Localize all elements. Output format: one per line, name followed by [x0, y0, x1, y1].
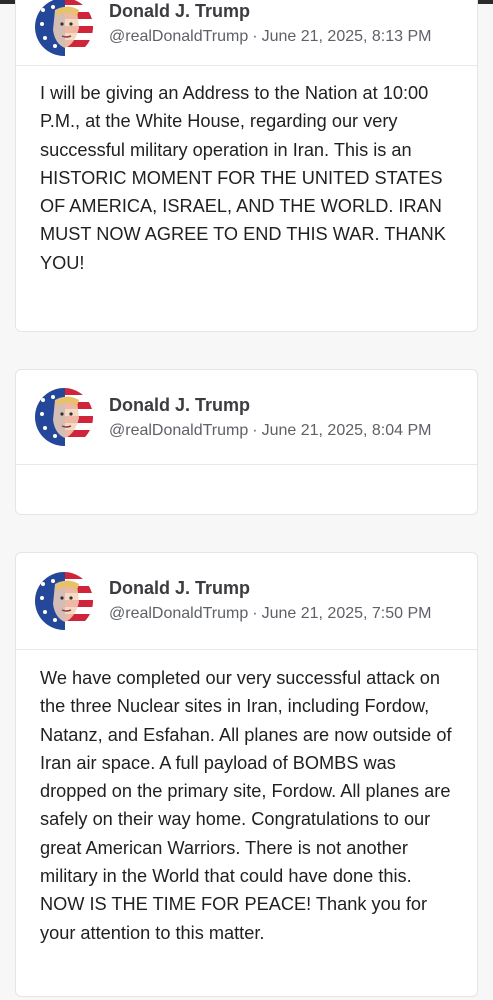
post-author[interactable]: Donald J. Trump: [109, 395, 250, 416]
post-text: I will be giving an Address to the Natio…: [40, 83, 446, 273]
post-header: Donald J. Trump @realDonaldTrump · June 21…: [16, 553, 477, 650]
post-card[interactable]: Donald J. Trump @realDonaldTrump · June 21…: [15, 552, 478, 997]
post-text: [16, 465, 477, 475]
post-card[interactable]: Donald J. Trump @realDonaldTrump · June 21…: [15, 0, 478, 332]
post-header: Donald J. Trump @realDonaldTrump · June 21…: [16, 0, 477, 66]
post-timestamp[interactable]: June 21, 2025, 7:50 PM: [262, 605, 432, 622]
avatar-flag-portrait-icon: [35, 0, 93, 56]
avatar-flag-portrait-icon: [35, 572, 93, 630]
post-text: We have completed our very successful at…: [40, 668, 452, 943]
post-meta: @realDonaldTrump · June 21, 2025, 7:50 PM: [109, 605, 432, 623]
avatar[interactable]: [35, 0, 93, 56]
post-timestamp[interactable]: June 21, 2025, 8:04 PM: [262, 422, 432, 439]
meta-separator: ·: [252, 28, 258, 45]
post-handle[interactable]: @realDonaldTrump: [109, 28, 248, 45]
avatar-flag-portrait-icon: [35, 388, 93, 446]
post-meta: @realDonaldTrump · June 21, 2025, 8:04 PM: [109, 422, 432, 440]
avatar[interactable]: [35, 572, 93, 630]
meta-separator: ·: [252, 422, 258, 439]
post-meta: @realDonaldTrump · June 21, 2025, 8:13 PM: [109, 28, 432, 46]
meta-separator: ·: [252, 605, 258, 622]
post-timestamp[interactable]: June 21, 2025, 8:13 PM: [262, 28, 432, 45]
post-handle[interactable]: @realDonaldTrump: [109, 422, 248, 439]
post-card[interactable]: Donald J. Trump @realDonaldTrump · June 21…: [15, 369, 478, 515]
post-header: Donald J. Trump @realDonaldTrump · June 21…: [16, 370, 477, 465]
post-handle[interactable]: @realDonaldTrump: [109, 605, 248, 622]
post-author[interactable]: Donald J. Trump: [109, 578, 250, 599]
post-author[interactable]: Donald J. Trump: [109, 1, 250, 22]
avatar[interactable]: [35, 388, 93, 446]
